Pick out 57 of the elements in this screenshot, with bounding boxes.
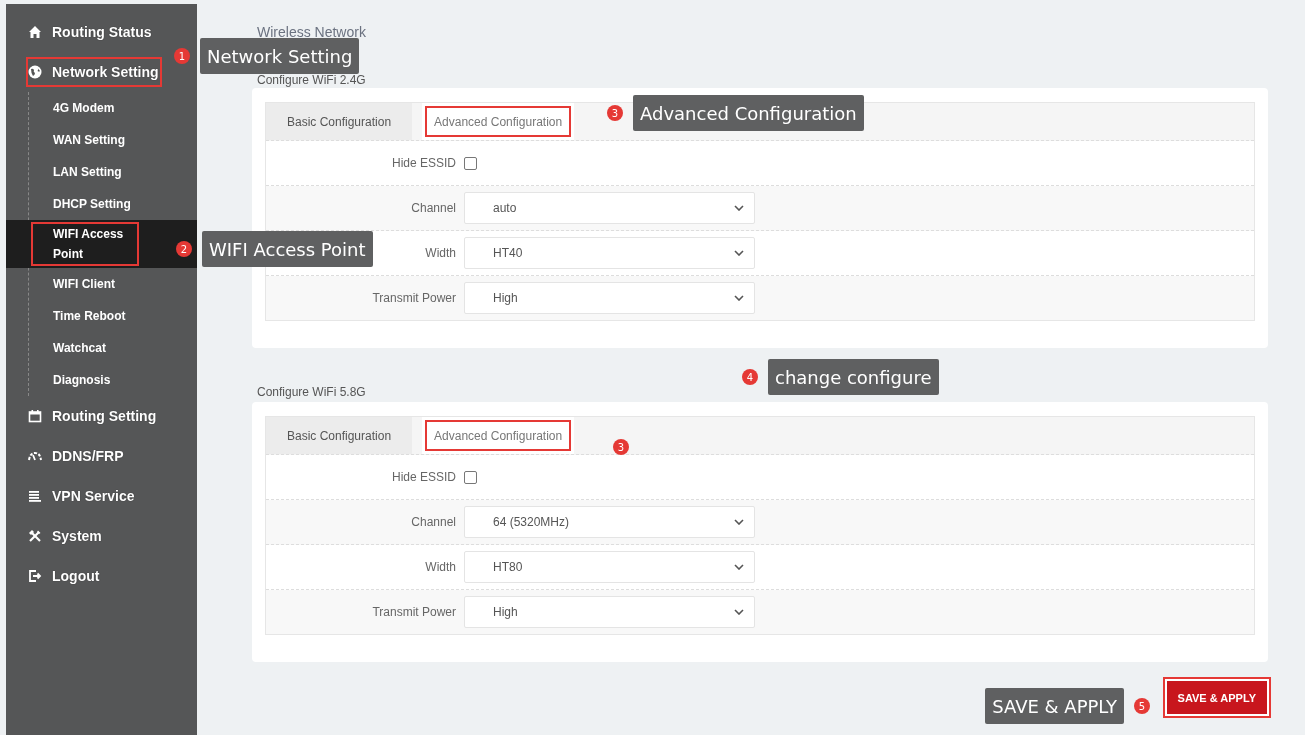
chevron-down-icon — [734, 564, 744, 570]
gauge-icon — [28, 449, 42, 463]
nav-subitem[interactable]: Watchcat — [6, 332, 197, 364]
chevron-down-icon — [734, 250, 744, 256]
nav-item[interactable]: VPN Service — [6, 476, 197, 516]
tools-icon — [28, 529, 42, 543]
nav-subitem[interactable]: 4G Modem — [6, 92, 197, 124]
nav-subitem[interactable]: WAN Setting — [6, 124, 197, 156]
select-field[interactable]: auto — [464, 192, 755, 224]
callout-label: SAVE & APPLY — [985, 688, 1124, 724]
callout-label: Advanced Configuration — [633, 95, 864, 131]
checkbox[interactable] — [464, 156, 477, 170]
nav-subitem[interactable]: DHCP Setting — [6, 188, 197, 220]
field-label: Transmit Power — [372, 291, 456, 305]
step-badge: 4 — [742, 369, 758, 385]
tab[interactable]: Advanced Configuration — [422, 103, 575, 140]
nav-item[interactable]: Routing Setting — [6, 396, 197, 436]
field-label: Width — [425, 560, 456, 574]
checkbox[interactable] — [464, 470, 477, 484]
select-field[interactable]: High — [464, 596, 755, 628]
chevron-down-icon — [734, 295, 744, 301]
nav-item[interactable]: DDNS/FRP — [6, 436, 197, 476]
save-apply-button[interactable]: SAVE & APPLY — [1162, 677, 1271, 718]
field-label: Channel — [411, 515, 456, 529]
nav-subitem[interactable]: WIFI Client — [6, 268, 197, 300]
field-label: Channel — [411, 201, 456, 215]
globe-icon — [28, 65, 42, 79]
nav-item[interactable]: Logout — [6, 556, 197, 596]
nav-item[interactable]: Network Setting — [21, 52, 167, 92]
select-field[interactable]: High — [464, 282, 755, 314]
callout-label: change configure — [768, 359, 939, 395]
chevron-down-icon — [734, 519, 744, 525]
nav-subitem[interactable]: Time Reboot — [6, 300, 197, 332]
chevron-down-icon — [734, 609, 744, 615]
nav-item[interactable]: System — [6, 516, 197, 556]
field-label: Transmit Power — [372, 605, 456, 619]
nav-subitem[interactable]: Diagnosis — [6, 364, 197, 396]
chevron-down-icon — [734, 205, 744, 211]
tab[interactable]: Basic Configuration — [266, 103, 413, 140]
list-icon — [28, 489, 42, 503]
callout-label: Network Setting — [200, 38, 360, 74]
section-heading: Configure WiFi 2.4G — [257, 73, 366, 87]
select-field[interactable]: HT40 — [464, 237, 755, 269]
tab[interactable]: Advanced Configuration — [422, 417, 575, 454]
nav-subitem[interactable]: LAN Setting — [6, 156, 197, 188]
calendar-icon — [28, 409, 42, 423]
select-field[interactable]: HT80 — [464, 551, 755, 583]
field-label: Width — [425, 246, 456, 260]
logout-icon — [28, 569, 42, 583]
select-field[interactable]: 64 (5320MHz) — [464, 506, 755, 538]
step-badge: 5 — [1134, 698, 1150, 714]
callout-label: WIFI Access Point — [202, 231, 373, 267]
section-heading: Configure WiFi 5.8G — [257, 385, 366, 399]
tab[interactable]: Basic Configuration — [266, 417, 413, 454]
field-label: Hide ESSID — [391, 156, 456, 170]
field-label: Hide ESSID — [391, 470, 456, 484]
home-icon — [28, 25, 42, 39]
